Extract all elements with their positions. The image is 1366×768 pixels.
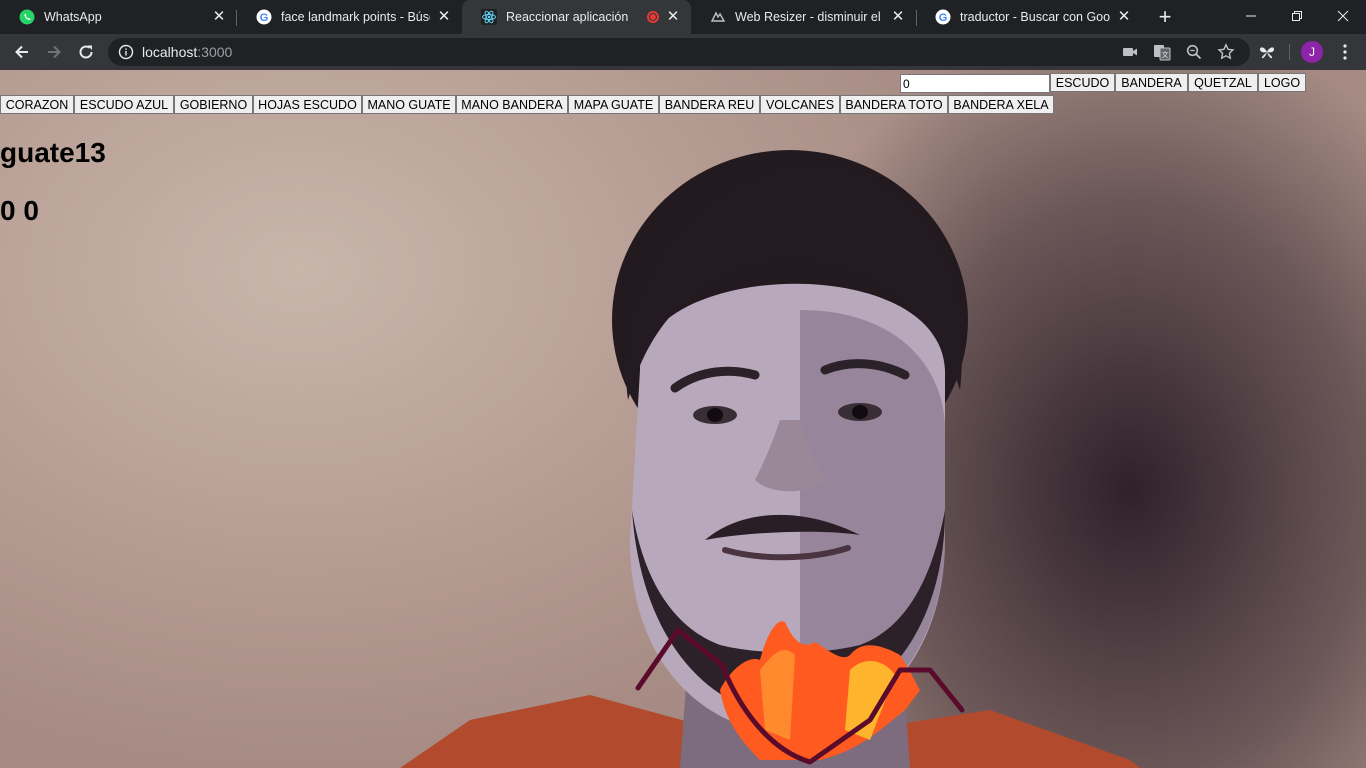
bandera-button[interactable]: BANDERA xyxy=(1115,73,1188,92)
tab-title: face landmark points - Búsque xyxy=(281,10,430,24)
tab-title: Reaccionar aplicación xyxy=(506,10,629,24)
tab-traductor[interactable]: G traductor - Buscar con Google ✕ xyxy=(916,0,1142,34)
reload-button[interactable] xyxy=(72,38,100,66)
escudo-button[interactable]: ESCUDO xyxy=(1050,73,1115,92)
coordinates-heading: 0 0 xyxy=(0,195,39,226)
tab-whatsapp[interactable]: WhatsApp ✕ xyxy=(0,0,237,34)
close-icon[interactable]: ✕ xyxy=(436,9,452,25)
bandera-xela-button[interactable]: BANDERA XELA xyxy=(948,95,1054,114)
filter-name-heading: guate13 xyxy=(0,137,106,168)
webcam-video xyxy=(400,150,1140,768)
forward-button[interactable] xyxy=(40,38,68,66)
volcanes-button[interactable]: VOLCANES xyxy=(760,95,840,114)
tab-face-landmark[interactable]: G face landmark points - Búsque ✕ xyxy=(237,0,462,34)
logo-button[interactable]: LOGO xyxy=(1258,73,1306,92)
profile-avatar[interactable]: J xyxy=(1301,41,1323,63)
web-resizer-icon xyxy=(710,9,726,25)
url-text: localhost:3000 xyxy=(142,44,232,60)
back-button[interactable] xyxy=(8,38,36,66)
close-icon[interactable]: ✕ xyxy=(665,9,681,25)
browser-toolbar: localhost:3000 文 J xyxy=(0,34,1366,70)
url-host: localhost xyxy=(142,44,198,60)
reload-icon xyxy=(79,45,93,59)
tab-title: Web Resizer - disminuir el tam xyxy=(735,10,884,24)
whatsapp-icon xyxy=(19,9,35,25)
tab-strip: WhatsApp ✕ G face landmark points - Búsq… xyxy=(0,0,1366,34)
tab-title: WhatsApp xyxy=(44,10,102,24)
new-tab-button[interactable]: + xyxy=(1154,6,1176,29)
url-port: :3000 xyxy=(197,44,233,60)
arrow-left-icon xyxy=(15,45,28,59)
hojas-escudo-button[interactable]: HOJAS ESCUDO xyxy=(253,95,362,114)
google-icon: G xyxy=(256,9,272,25)
extension-button[interactable] xyxy=(1253,38,1281,66)
tab-title: traductor - Buscar con Google xyxy=(960,10,1110,24)
number-input[interactable] xyxy=(900,74,1050,93)
close-icon[interactable]: ✕ xyxy=(211,9,227,25)
bandera-toto-button[interactable]: BANDERA TOTO xyxy=(840,95,948,114)
mano-guate-button[interactable]: MANO GUATE xyxy=(362,95,456,114)
svg-text:G: G xyxy=(939,12,948,24)
page-viewport: ESCUDO BANDERA QUETZAL LOGO CORAZON ESCU… xyxy=(0,70,1366,768)
kebab-menu-icon xyxy=(1343,44,1347,60)
info-icon[interactable] xyxy=(118,44,134,60)
tab-web-resizer[interactable]: Web Resizer - disminuir el tam ✕ xyxy=(691,0,916,34)
corazon-button[interactable]: CORAZON xyxy=(0,95,74,114)
quetzal-button[interactable]: QUETZAL xyxy=(1188,73,1258,92)
google-icon: G xyxy=(935,9,951,25)
menu-button[interactable] xyxy=(1331,38,1359,66)
mano-bandera-button[interactable]: MANO BANDERA xyxy=(456,95,568,114)
close-icon[interactable]: ✕ xyxy=(1116,9,1132,25)
recording-indicator-icon xyxy=(647,11,659,23)
arrow-right-icon xyxy=(48,45,61,59)
zoom-icon[interactable] xyxy=(1185,43,1203,61)
close-icon xyxy=(1337,10,1349,22)
close-icon[interactable]: ✕ xyxy=(890,9,906,25)
svg-text:G: G xyxy=(260,12,269,24)
restore-icon xyxy=(1292,11,1302,21)
react-icon xyxy=(481,9,497,25)
tab-reaccionar[interactable]: Reaccionar aplicación ✕ xyxy=(462,0,691,34)
gobierno-button[interactable]: GOBIERNO xyxy=(174,95,253,114)
minimize-button[interactable] xyxy=(1228,0,1274,32)
restore-button[interactable] xyxy=(1274,0,1320,32)
close-window-button[interactable] xyxy=(1320,0,1366,32)
camera-icon[interactable] xyxy=(1121,43,1139,61)
translate-icon[interactable]: 文 xyxy=(1153,43,1171,61)
bookmark-star-icon[interactable] xyxy=(1217,43,1235,61)
svg-text:文: 文 xyxy=(1162,50,1169,59)
toolbar-divider xyxy=(1289,44,1290,60)
butterfly-extension-icon xyxy=(1260,47,1274,59)
mapa-guate-button[interactable]: MAPA GUATE xyxy=(568,95,659,114)
escudo-azul-button[interactable]: ESCUDO AZUL xyxy=(74,95,174,114)
address-bar[interactable]: localhost:3000 文 xyxy=(108,38,1250,66)
bandera-reu-button[interactable]: BANDERA REU xyxy=(659,95,760,114)
minimize-icon xyxy=(1246,15,1256,17)
